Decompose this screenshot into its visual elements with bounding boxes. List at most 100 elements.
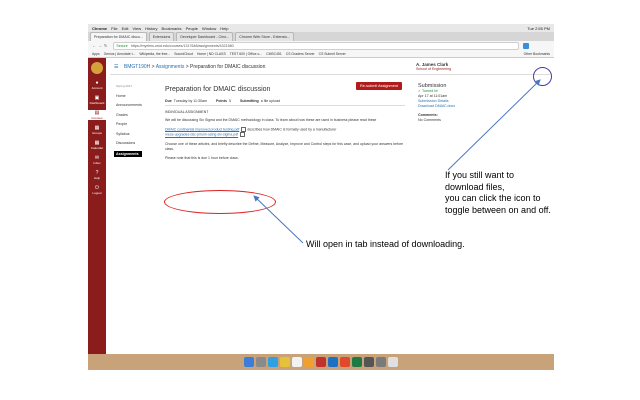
menu-chrome[interactable]: Chrome xyxy=(92,26,107,31)
chrome-icon[interactable] xyxy=(280,357,290,367)
assignment-para-2: Choose one of these articles, and briefl… xyxy=(165,141,404,151)
finder-icon[interactable] xyxy=(244,357,254,367)
breadcrumb-assignments[interactable]: Assignments xyxy=(156,64,185,70)
assignment-body: INDIVIDUAL ASSIGNMENT We will be discuss… xyxy=(165,110,405,161)
menu-window[interactable]: Window xyxy=(202,26,216,31)
due-value: Tuesday by 11:30am xyxy=(173,99,207,103)
nav-calendar[interactable]: ▦ Calendar xyxy=(88,140,106,150)
comments-value: No Comments xyxy=(418,118,441,122)
menu-edit[interactable]: Edit xyxy=(122,26,129,31)
browser-toolbar: ←→↻ Secure https://myelms.umd.edu/course… xyxy=(88,41,554,50)
assignment-heading: INDIVIDUAL ASSIGNMENT xyxy=(165,110,209,114)
nav-account[interactable]: ● Account xyxy=(88,80,106,90)
course-nav-grades[interactable]: Grades xyxy=(116,113,142,117)
nav-groups[interactable]: ▦ Groups xyxy=(88,125,106,135)
menu-people[interactable]: People xyxy=(186,26,198,31)
nav-help[interactable]: ? Help xyxy=(88,170,106,180)
extension-icon[interactable] xyxy=(523,42,530,49)
hamburger-icon[interactable]: ☰ xyxy=(114,64,118,70)
bookmark-cmsc451[interactable]: CMSC451 xyxy=(266,52,282,56)
address-bar[interactable]: Secure https://myelms.umd.edu/courses/13… xyxy=(113,41,520,50)
assignment-para-3: Please note that this is due 1 hour befo… xyxy=(165,155,239,160)
photos-icon[interactable] xyxy=(304,357,314,367)
nav-dashboard[interactable]: ▣ Dashboard xyxy=(88,95,106,105)
settings-icon[interactable] xyxy=(376,357,386,367)
course-nav-people[interactable]: People xyxy=(116,122,142,126)
course-nav-assignments[interactable]: Assignments xyxy=(114,150,142,157)
course-nav-announcements[interactable]: Announcements xyxy=(116,103,142,107)
menu-file[interactable]: File xyxy=(111,26,117,31)
tab-extensions[interactable]: Extensions xyxy=(148,32,175,41)
menubar-clock: Tue 2:55 PM xyxy=(527,25,550,31)
breadcrumb-current: Preparation for DMAIC discussion xyxy=(190,64,266,70)
word-icon[interactable] xyxy=(328,357,338,367)
tab-web-store[interactable]: Chrome Web Store - Extensio... xyxy=(235,32,294,41)
calendar-app-icon[interactable] xyxy=(292,357,302,367)
resubmit-button[interactable]: Re-submit Assignment xyxy=(356,82,402,90)
nav-arrows-icon[interactable]: ←→↻ xyxy=(92,43,109,48)
course-nav-syllabus[interactable]: Syllabus xyxy=(116,132,142,136)
trash-icon[interactable] xyxy=(388,357,398,367)
article-link-1[interactable]: DMAIC continental improved product testi… xyxy=(165,127,239,131)
university-logo[interactable] xyxy=(91,62,103,74)
menu-bookmarks[interactable]: Bookmarks xyxy=(162,26,182,31)
nav-courses[interactable]: ▤ Courses xyxy=(88,110,106,120)
global-nav: ● Account ▣ Dashboard ▤ Courses ▦ Groups ▦ Ca… xyxy=(88,58,106,354)
menu-view[interactable]: View xyxy=(132,26,141,31)
submission-panel: Submission ✓ Turned In! Apr 17 at 11:01a… xyxy=(418,83,455,123)
open-in-tab-icon[interactable] xyxy=(241,127,247,132)
powerpoint-icon[interactable] xyxy=(340,357,350,367)
menu-help[interactable]: Help xyxy=(220,26,228,31)
assignment-intro: We will be discussing Six Sigma and the … xyxy=(165,118,377,122)
tab-developer-dashboard[interactable]: Developer Dashboard - Chro... xyxy=(176,32,234,41)
bookmark-wikipedia[interactable]: Wikipedia, the free... xyxy=(139,52,170,56)
course-nav-discussions[interactable]: Discussions xyxy=(116,141,142,145)
mac-menubar: Chrome File Edit View History Bookmarks … xyxy=(88,24,554,32)
terminal-icon[interactable] xyxy=(364,357,374,367)
annotation-line-2: download files, xyxy=(445,181,505,192)
school-logo: A. James Clark School of Engineering xyxy=(416,62,451,71)
term-label: Spring 2017 xyxy=(116,84,133,88)
due-label: Due xyxy=(165,99,172,103)
bookmark-cs-submit[interactable]: CS Submit Server xyxy=(319,52,346,56)
extension-highlight-circle xyxy=(533,67,552,86)
bookmark-nd-class[interactable]: Home | ND CLASS xyxy=(197,52,226,56)
annotation-line-1: If you still want to xyxy=(445,170,515,180)
bookmark-soundcloud[interactable]: SoundCloud xyxy=(174,52,193,56)
secure-label: Secure xyxy=(116,43,128,48)
annotation-line-4: toggle between on and off. xyxy=(445,204,551,215)
bookmark-apps[interactable]: Apps xyxy=(92,52,100,56)
excel-icon[interactable] xyxy=(352,357,362,367)
article-link-1-desc: describes how DMAIC is formally used by … xyxy=(247,127,337,132)
open-in-tab-icon[interactable] xyxy=(240,132,246,138)
breadcrumb: ☰ BMGT190H > Assignments > Preparation f… xyxy=(114,64,266,70)
breadcrumb-course[interactable]: BMGT190H xyxy=(124,64,150,70)
annotation-right: If you still want to download files, you… xyxy=(445,170,551,216)
school-sub: School of Engineering xyxy=(416,67,452,71)
points-value: 5 xyxy=(228,99,231,103)
assignment-main: Re-submit Assignment Preparation for DMA… xyxy=(165,82,405,161)
assignment-meta: Due Tuesday by 11:30am Points 5 Submitting… xyxy=(165,99,405,106)
acrobat-icon[interactable] xyxy=(316,357,326,367)
nav-inbox[interactable]: ✉ Inbox xyxy=(88,155,106,165)
annotation-bottom: Will open in tab instead of downloading. xyxy=(306,239,465,249)
bookmark-test600[interactable]: TEST 600 | Office o... xyxy=(230,52,262,56)
nav-logout[interactable]: ⏻ Logout xyxy=(88,185,106,195)
submitting-value: a file upload xyxy=(260,99,281,103)
tab-preparation[interactable]: Preparation for DMAIC discu... xyxy=(90,32,147,41)
divider xyxy=(110,74,550,75)
article-link-2[interactable]: mece-upgrades-dsc-pmom-using-six-sigma.p… xyxy=(165,133,238,137)
menu-history[interactable]: History xyxy=(145,26,157,31)
course-nav: Spring 2017 Home Announcements Grades Pe… xyxy=(114,84,142,162)
launchpad-icon[interactable] xyxy=(256,357,266,367)
submitting-label: Submitting xyxy=(239,99,259,103)
bookmark-cs-graders[interactable]: CS Graders Server xyxy=(286,52,315,56)
link-row-2: mece-upgrades-dsc-pmom-using-six-sigma.p… xyxy=(165,132,405,138)
bookmark-other[interactable]: Other Bookmarks xyxy=(524,52,550,56)
bookmark-genius[interactable]: Genius | Annotate t... xyxy=(104,52,136,56)
bookmarks-bar: Apps Genius | Annotate t... Wikipedia, t… xyxy=(88,50,554,58)
safari-icon[interactable] xyxy=(268,357,278,367)
points-label: Points xyxy=(215,99,227,103)
course-nav-home[interactable]: Home xyxy=(116,94,142,98)
download-link[interactable]: Download DMAIC.docx xyxy=(418,104,455,109)
